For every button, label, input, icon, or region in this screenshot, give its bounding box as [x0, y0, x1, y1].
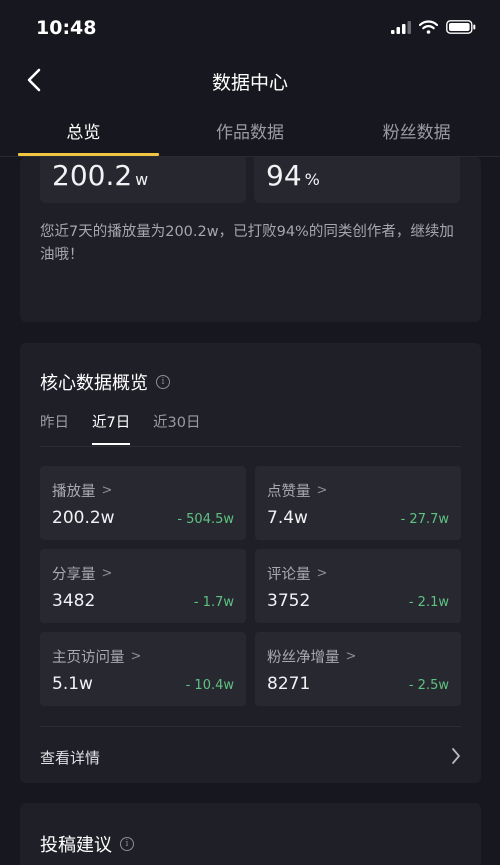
- metric-delta: - 10.4w: [185, 678, 234, 693]
- period-tab-30-days[interactable]: 近30日: [153, 411, 200, 432]
- tab-works-data[interactable]: 作品数据: [167, 104, 334, 156]
- signal-icon: [391, 20, 411, 34]
- metric-value: 7.4w: [267, 508, 308, 528]
- metric-card-net-followers[interactable]: 粉丝净增量 > 8271 - 2.5w: [255, 632, 461, 706]
- play-summary-value: 200.2: [52, 159, 133, 192]
- metric-delta: - 1.7w: [193, 595, 234, 610]
- metric-label: 播放量: [52, 484, 96, 500]
- metric-delta: - 504.5w: [177, 512, 234, 527]
- status-time: 10:48: [36, 17, 97, 39]
- info-icon[interactable]: i: [120, 837, 134, 851]
- view-details-row[interactable]: 查看详情: [40, 741, 461, 775]
- view-details-label: 查看详情: [40, 749, 101, 767]
- beat-summary-box: 94%: [254, 157, 460, 203]
- nav-bar: 数据中心: [0, 56, 500, 102]
- core-data-title: 核心数据概览: [40, 373, 148, 394]
- metric-delta: - 27.7w: [400, 512, 449, 527]
- page-title: 数据中心: [211, 72, 288, 94]
- play-summary-unit: w: [135, 170, 149, 189]
- metric-label: 评论量: [267, 567, 311, 583]
- wifi-icon: [419, 20, 438, 34]
- metric-card-plays[interactable]: 播放量 > 200.2w - 504.5w: [40, 466, 246, 540]
- metric-value: 5.1w: [52, 674, 93, 694]
- metric-value: 200.2w: [52, 508, 115, 528]
- period-tab-indicator: [92, 443, 130, 445]
- tab-fans-data[interactable]: 粉丝数据: [333, 104, 500, 156]
- chevron-right-icon: [452, 748, 460, 764]
- beat-summary-unit: %: [304, 170, 320, 189]
- metric-value: 8271: [267, 674, 311, 694]
- summary-text: 您近7天的播放量为200.2w，已打败94%的同类创作者，继续加油哦！: [40, 224, 454, 263]
- status-bar: 10:48: [0, 0, 500, 56]
- post-suggestion-card: 投稿建议 i: [20, 803, 481, 865]
- chevron-right-icon: >: [130, 649, 142, 664]
- chevron-right-icon: >: [345, 649, 357, 664]
- main-tabs: 总览 作品数据 粉丝数据: [0, 104, 500, 156]
- metric-value: 3482: [52, 591, 96, 611]
- summary-card: 200.2 w 94% 您近7天的播放量为200.2w，已打败94%的同类创作者，…: [20, 157, 481, 322]
- metric-label: 点赞量: [267, 484, 311, 500]
- metric-delta: - 2.1w: [408, 595, 449, 610]
- battery-icon: [446, 20, 476, 34]
- status-icons: [391, 20, 476, 34]
- period-tabs: 昨日 近7日 近30日: [40, 409, 461, 447]
- detail-divider: [40, 726, 461, 727]
- chevron-right-icon: >: [101, 483, 113, 498]
- beat-summary-value: 94: [266, 159, 302, 192]
- metric-card-comments[interactable]: 评论量 > 3752 - 2.1w: [255, 549, 461, 623]
- chevron-right-icon: >: [316, 483, 328, 498]
- metric-delta: - 2.5w: [408, 678, 449, 693]
- metric-card-shares[interactable]: 分享量 > 3482 - 1.7w: [40, 549, 246, 623]
- metric-label: 粉丝净增量: [267, 650, 340, 666]
- chevron-right-icon: >: [101, 566, 113, 581]
- period-tab-7-days[interactable]: 近7日: [92, 411, 130, 432]
- post-suggestion-title: 投稿建议: [40, 835, 112, 856]
- core-data-card: 核心数据概览 i 昨日 近7日 近30日 播放量 > 200.2w - 504.5…: [20, 343, 481, 783]
- period-tab-yesterday[interactable]: 昨日: [40, 411, 69, 432]
- post-suggestion-heading: 投稿建议 i: [40, 831, 134, 857]
- play-summary-box: 200.2 w: [40, 157, 246, 203]
- metric-value: 3752: [267, 591, 311, 611]
- metric-label: 分享量: [52, 567, 96, 583]
- metric-card-profile-visits[interactable]: 主页访问量 > 5.1w - 10.4w: [40, 632, 246, 706]
- metric-card-likes[interactable]: 点赞量 > 7.4w - 27.7w: [255, 466, 461, 540]
- core-data-heading: 核心数据概览 i: [40, 369, 170, 395]
- metric-label: 主页访问量: [52, 650, 125, 666]
- tab-overview[interactable]: 总览: [0, 104, 167, 156]
- chevron-right-icon: >: [316, 566, 328, 581]
- info-icon[interactable]: i: [156, 375, 170, 389]
